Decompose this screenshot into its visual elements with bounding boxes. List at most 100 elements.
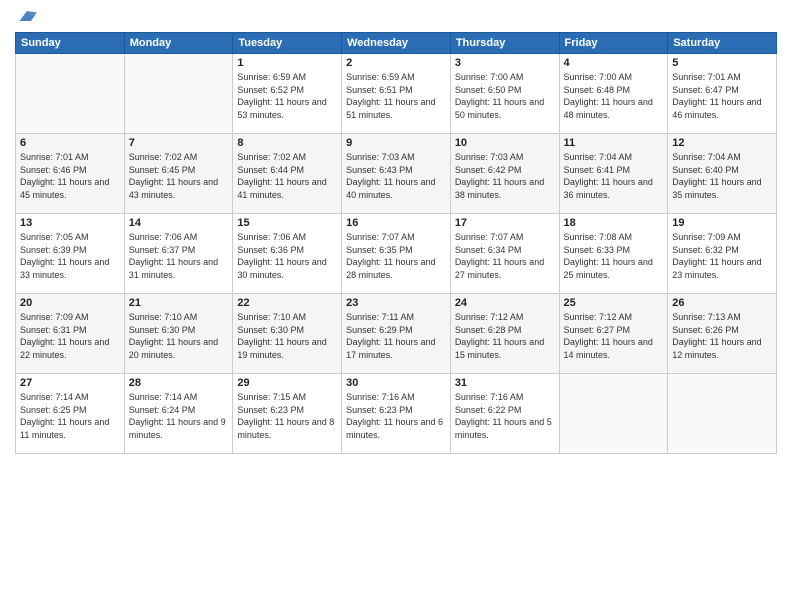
calendar-table: SundayMondayTuesdayWednesdayThursdayFrid…	[15, 32, 777, 454]
weekday-header-sunday: Sunday	[16, 33, 125, 54]
logo	[15, 10, 37, 26]
day-number: 27	[20, 377, 120, 389]
day-info: Sunrise: 7:06 AMSunset: 6:37 PMDaylight:…	[129, 231, 229, 281]
calendar-cell: 6 Sunrise: 7:01 AMSunset: 6:46 PMDaylight…	[16, 134, 125, 214]
day-info: Sunrise: 7:09 AMSunset: 6:31 PMDaylight:…	[20, 311, 120, 361]
calendar-cell: 31 Sunrise: 7:16 AMSunset: 6:22 PMDayligh…	[450, 374, 559, 454]
day-info: Sunrise: 7:00 AMSunset: 6:50 PMDaylight:…	[455, 71, 555, 121]
calendar-cell: 5 Sunrise: 7:01 AMSunset: 6:47 PMDaylight…	[668, 54, 777, 134]
day-number: 6	[20, 137, 120, 149]
calendar-cell: 15 Sunrise: 7:06 AMSunset: 6:36 PMDayligh…	[233, 214, 342, 294]
calendar-cell: 17 Sunrise: 7:07 AMSunset: 6:34 PMDayligh…	[450, 214, 559, 294]
calendar-cell: 2 Sunrise: 6:59 AMSunset: 6:51 PMDaylight…	[342, 54, 451, 134]
day-number: 17	[455, 217, 555, 229]
calendar-cell: 29 Sunrise: 7:15 AMSunset: 6:23 PMDayligh…	[233, 374, 342, 454]
day-number: 21	[129, 297, 229, 309]
calendar-cell: 19 Sunrise: 7:09 AMSunset: 6:32 PMDayligh…	[668, 214, 777, 294]
day-info: Sunrise: 6:59 AMSunset: 6:52 PMDaylight:…	[237, 71, 337, 121]
day-info: Sunrise: 7:03 AMSunset: 6:42 PMDaylight:…	[455, 151, 555, 201]
calendar-cell: 1 Sunrise: 6:59 AMSunset: 6:52 PMDaylight…	[233, 54, 342, 134]
calendar-cell: 30 Sunrise: 7:16 AMSunset: 6:23 PMDayligh…	[342, 374, 451, 454]
day-number: 5	[672, 57, 772, 69]
day-info: Sunrise: 7:12 AMSunset: 6:28 PMDaylight:…	[455, 311, 555, 361]
calendar-cell: 25 Sunrise: 7:12 AMSunset: 6:27 PMDayligh…	[559, 294, 668, 374]
weekday-header-tuesday: Tuesday	[233, 33, 342, 54]
day-info: Sunrise: 7:07 AMSunset: 6:35 PMDaylight:…	[346, 231, 446, 281]
day-number: 4	[564, 57, 664, 69]
day-number: 1	[237, 57, 337, 69]
day-number: 29	[237, 377, 337, 389]
day-number: 9	[346, 137, 446, 149]
calendar-cell: 8 Sunrise: 7:02 AMSunset: 6:44 PMDaylight…	[233, 134, 342, 214]
day-info: Sunrise: 7:16 AMSunset: 6:22 PMDaylight:…	[455, 391, 555, 441]
day-info: Sunrise: 7:07 AMSunset: 6:34 PMDaylight:…	[455, 231, 555, 281]
day-number: 25	[564, 297, 664, 309]
calendar-cell	[16, 54, 125, 134]
calendar-cell: 21 Sunrise: 7:10 AMSunset: 6:30 PMDayligh…	[124, 294, 233, 374]
calendar-cell: 7 Sunrise: 7:02 AMSunset: 6:45 PMDaylight…	[124, 134, 233, 214]
weekday-header-thursday: Thursday	[450, 33, 559, 54]
calendar-cell: 12Sunrise: 7:04 AMSunset: 6:40 PMDayligh…	[668, 134, 777, 214]
day-number: 16	[346, 217, 446, 229]
day-info: Sunrise: 7:14 AMSunset: 6:24 PMDaylight:…	[129, 391, 229, 441]
day-info: Sunrise: 7:09 AMSunset: 6:32 PMDaylight:…	[672, 231, 772, 281]
day-number: 18	[564, 217, 664, 229]
day-info: Sunrise: 7:13 AMSunset: 6:26 PMDaylight:…	[672, 311, 772, 361]
day-info: Sunrise: 7:08 AMSunset: 6:33 PMDaylight:…	[564, 231, 664, 281]
day-info: Sunrise: 7:16 AMSunset: 6:23 PMDaylight:…	[346, 391, 446, 441]
calendar-cell: 28 Sunrise: 7:14 AMSunset: 6:24 PMDayligh…	[124, 374, 233, 454]
week-row-5: 27Sunrise: 7:14 AMSunset: 6:25 PMDayligh…	[16, 374, 777, 454]
weekday-header-friday: Friday	[559, 33, 668, 54]
day-number: 31	[455, 377, 555, 389]
calendar-page: SundayMondayTuesdayWednesdayThursdayFrid…	[0, 0, 792, 612]
day-number: 8	[237, 137, 337, 149]
day-info: Sunrise: 7:10 AMSunset: 6:30 PMDaylight:…	[129, 311, 229, 361]
calendar-cell	[124, 54, 233, 134]
week-row-1: 1 Sunrise: 6:59 AMSunset: 6:52 PMDaylight…	[16, 54, 777, 134]
calendar-cell: 10 Sunrise: 7:03 AMSunset: 6:42 PMDayligh…	[450, 134, 559, 214]
day-number: 20	[20, 297, 120, 309]
day-info: Sunrise: 7:11 AMSunset: 6:29 PMDaylight:…	[346, 311, 446, 361]
day-number: 11	[564, 137, 664, 149]
calendar-cell: 4 Sunrise: 7:00 AMSunset: 6:48 PMDaylight…	[559, 54, 668, 134]
day-info: Sunrise: 7:01 AMSunset: 6:46 PMDaylight:…	[20, 151, 120, 201]
calendar-cell: 14Sunrise: 7:06 AMSunset: 6:37 PMDayligh…	[124, 214, 233, 294]
day-info: Sunrise: 7:15 AMSunset: 6:23 PMDaylight:…	[237, 391, 337, 441]
day-info: Sunrise: 7:02 AMSunset: 6:44 PMDaylight:…	[237, 151, 337, 201]
day-info: Sunrise: 7:02 AMSunset: 6:45 PMDaylight:…	[129, 151, 229, 201]
day-number: 26	[672, 297, 772, 309]
calendar-cell: 9 Sunrise: 7:03 AMSunset: 6:43 PMDaylight…	[342, 134, 451, 214]
calendar-cell: 18 Sunrise: 7:08 AMSunset: 6:33 PMDayligh…	[559, 214, 668, 294]
day-number: 30	[346, 377, 446, 389]
calendar-cell: 24 Sunrise: 7:12 AMSunset: 6:28 PMDayligh…	[450, 294, 559, 374]
weekday-header-row: SundayMondayTuesdayWednesdayThursdayFrid…	[16, 33, 777, 54]
day-info: Sunrise: 7:04 AMSunset: 6:41 PMDaylight:…	[564, 151, 664, 201]
day-number: 19	[672, 217, 772, 229]
day-number: 13	[20, 217, 120, 229]
day-info: Sunrise: 7:04 AMSunset: 6:40 PMDaylight:…	[672, 151, 772, 201]
calendar-cell: 20 Sunrise: 7:09 AMSunset: 6:31 PMDayligh…	[16, 294, 125, 374]
day-info: Sunrise: 7:05 AMSunset: 6:39 PMDaylight:…	[20, 231, 120, 281]
day-info: Sunrise: 6:59 AMSunset: 6:51 PMDaylight:…	[346, 71, 446, 121]
week-row-4: 20 Sunrise: 7:09 AMSunset: 6:31 PMDayligh…	[16, 294, 777, 374]
day-info: Sunrise: 7:03 AMSunset: 6:43 PMDaylight:…	[346, 151, 446, 201]
calendar-cell	[668, 374, 777, 454]
calendar-cell	[559, 374, 668, 454]
day-number: 10	[455, 137, 555, 149]
day-number: 7	[129, 137, 229, 149]
day-number: 2	[346, 57, 446, 69]
day-info: Sunrise: 7:12 AMSunset: 6:27 PMDaylight:…	[564, 311, 664, 361]
calendar-cell: 11 Sunrise: 7:04 AMSunset: 6:41 PMDayligh…	[559, 134, 668, 214]
day-number: 15	[237, 217, 337, 229]
day-info: Sunrise: 7:00 AMSunset: 6:48 PMDaylight:…	[564, 71, 664, 121]
day-number: 24	[455, 297, 555, 309]
day-info: Sunrise: 7:06 AMSunset: 6:36 PMDaylight:…	[237, 231, 337, 281]
calendar-cell: 26 Sunrise: 7:13 AMSunset: 6:26 PMDayligh…	[668, 294, 777, 374]
day-info: Sunrise: 7:01 AMSunset: 6:47 PMDaylight:…	[672, 71, 772, 121]
calendar-cell: 3 Sunrise: 7:00 AMSunset: 6:50 PMDaylight…	[450, 54, 559, 134]
day-number: 23	[346, 297, 446, 309]
day-number: 28	[129, 377, 229, 389]
week-row-2: 6 Sunrise: 7:01 AMSunset: 6:46 PMDaylight…	[16, 134, 777, 214]
calendar-cell: 27Sunrise: 7:14 AMSunset: 6:25 PMDayligh…	[16, 374, 125, 454]
day-number: 3	[455, 57, 555, 69]
